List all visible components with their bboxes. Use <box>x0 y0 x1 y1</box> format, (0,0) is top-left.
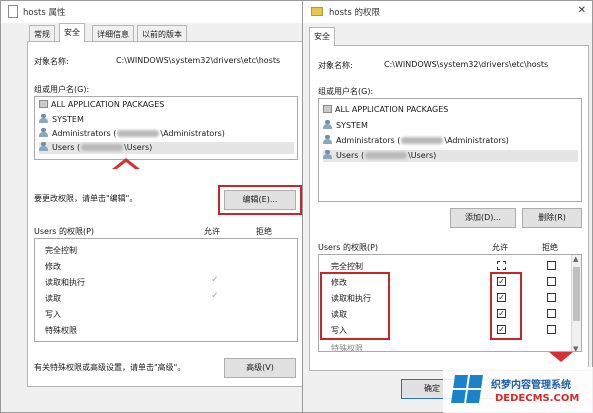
watermark: 织梦内容管理系统 DEDECMS.COM <box>443 367 593 413</box>
file-icon <box>8 5 18 18</box>
permissions-dialog: hosts 的权限 ✕ 安全 对象名称: C:\WINDOWS\system32… <box>302 0 593 413</box>
properties-titlebar[interactable]: hosts 属性 <box>1 1 305 23</box>
security-panel: 对象名称: C:\WINDOWS\system32\drivers\etc\ho… <box>27 41 303 387</box>
object-name-label: 对象名称: <box>318 61 353 70</box>
permission-modify: 修改 <box>45 262 61 271</box>
allow-header: 允许 <box>492 243 508 252</box>
permissions-title: hosts 的权限 <box>329 8 380 18</box>
permission-full-control: 完全控制 <box>45 246 77 255</box>
object-name-value: C:\WINDOWS\system32\drivers\etc\hosts <box>116 56 281 65</box>
full-control-deny-checkbox[interactable] <box>547 261 556 270</box>
remove-button[interactable]: 删除(R) <box>522 208 582 228</box>
package-icon <box>323 105 332 113</box>
close-icon[interactable]: ✕ <box>578 5 586 16</box>
permission-special-partial: 特殊权限 <box>331 344 363 352</box>
permissions-list: 完全控制 修改 读取和执行 ✓ 读取 ✓ 写入 特殊权限 <box>34 238 298 342</box>
list-item[interactable]: ALL APPLICATION PACKAGES <box>323 105 573 117</box>
check-icon: ✓ <box>211 275 219 285</box>
tab-general[interactable]: 常规 <box>29 25 55 42</box>
modify-deny-checkbox[interactable] <box>547 277 556 286</box>
permissions-panel: 对象名称: C:\WINDOWS\system32\drivers\etc\ho… <box>309 45 589 371</box>
properties-dialog: hosts 属性 常规 安全 详细信息 以前的版本 对象名称: C:\WINDO… <box>0 0 306 413</box>
scroll-thumb[interactable] <box>573 267 580 321</box>
list-item[interactable]: Administrators (\Administrators) <box>39 128 289 140</box>
read-execute-deny-checkbox[interactable] <box>547 293 556 302</box>
add-button[interactable]: 添加(D)... <box>450 208 516 228</box>
full-control-allow-checkbox[interactable] <box>497 261 506 270</box>
watermark-text-cn: 织梦内容管理系统 <box>491 380 571 391</box>
permission-read: 读取 <box>45 294 61 303</box>
group-users-label: 组或用户名(G): <box>318 87 374 96</box>
edit-hint: 要更改权限，请单击"编辑"。 <box>34 194 138 203</box>
edit-button[interactable]: 编辑(E)... <box>224 190 296 210</box>
scroll-down-icon[interactable]: ▼ <box>573 345 578 351</box>
users-icon <box>39 142 49 151</box>
list-item-selected[interactable]: Users (\Users) <box>39 142 294 154</box>
deny-header: 拒绝 <box>542 243 558 252</box>
down-arrow-annotation <box>549 352 573 362</box>
group-users-label: 组或用户名(G): <box>34 85 90 94</box>
read-deny-checkbox[interactable] <box>547 309 556 318</box>
allow-checkboxes-highlight <box>490 272 522 340</box>
redacted-text <box>401 137 444 144</box>
advanced-hint: 有关特殊权限或高级设置，请单击"高级"。 <box>34 363 186 372</box>
write-deny-checkbox[interactable] <box>547 325 556 334</box>
advanced-button[interactable]: 高级(V) <box>224 358 296 378</box>
list-item[interactable]: SYSTEM <box>39 114 289 126</box>
package-icon <box>39 100 48 108</box>
check-icon: ✓ <box>211 291 219 301</box>
list-item[interactable]: SYSTEM <box>323 120 573 132</box>
object-name-value: C:\WINDOWS\system32\drivers\etc\hosts <box>384 60 549 69</box>
permissions-titlebar[interactable]: hosts 的权限 ✕ <box>303 1 592 23</box>
permission-read-execute: 读取和执行 <box>45 278 85 287</box>
group-users-list[interactable]: ALL APPLICATION PACKAGES SYSTEM Administ… <box>34 96 298 160</box>
permission-write: 写入 <box>45 310 61 319</box>
list-item[interactable]: Administrators (\Administrators) <box>323 135 573 147</box>
list-item-selected[interactable]: Users (\Users) <box>323 150 578 162</box>
permissions-label: Users 的权限(P) <box>318 243 379 252</box>
folder-icon <box>311 7 323 16</box>
tab-security[interactable]: 安全 <box>59 23 85 42</box>
properties-title: hosts 属性 <box>23 8 66 18</box>
watermark-text-en: DEDECMS.COM <box>495 393 580 404</box>
permissions-scrollbar[interactable]: ▲ ▼ <box>571 255 581 351</box>
users-icon <box>39 128 49 137</box>
permission-special: 特殊权限 <box>45 326 77 335</box>
tab-security[interactable]: 安全 <box>309 27 335 46</box>
redacted-text <box>117 130 160 137</box>
group-users-list[interactable]: ALL APPLICATION PACKAGES SYSTEM Administ… <box>318 98 582 202</box>
users-icon <box>39 114 49 123</box>
modify-rows-highlight <box>320 272 390 340</box>
permission-full-control: 完全控制 <box>331 262 363 271</box>
scroll-up-icon[interactable]: ▲ <box>573 255 578 263</box>
users-icon <box>323 120 333 129</box>
list-item[interactable]: ALL APPLICATION PACKAGES <box>39 100 289 112</box>
allow-header: 允许 <box>204 227 220 236</box>
up-arrow-annotation-inner <box>117 162 135 169</box>
redacted-text <box>81 144 124 151</box>
redacted-text <box>365 152 408 159</box>
permissions-label: Users 的权限(P) <box>34 227 95 236</box>
object-name-label: 对象名称: <box>34 57 69 66</box>
tab-details[interactable]: 详细信息 <box>92 25 134 42</box>
deny-header: 拒绝 <box>256 227 272 236</box>
users-icon <box>323 135 333 144</box>
users-icon <box>323 150 333 159</box>
tab-previous-versions[interactable]: 以前的版本 <box>137 25 187 42</box>
